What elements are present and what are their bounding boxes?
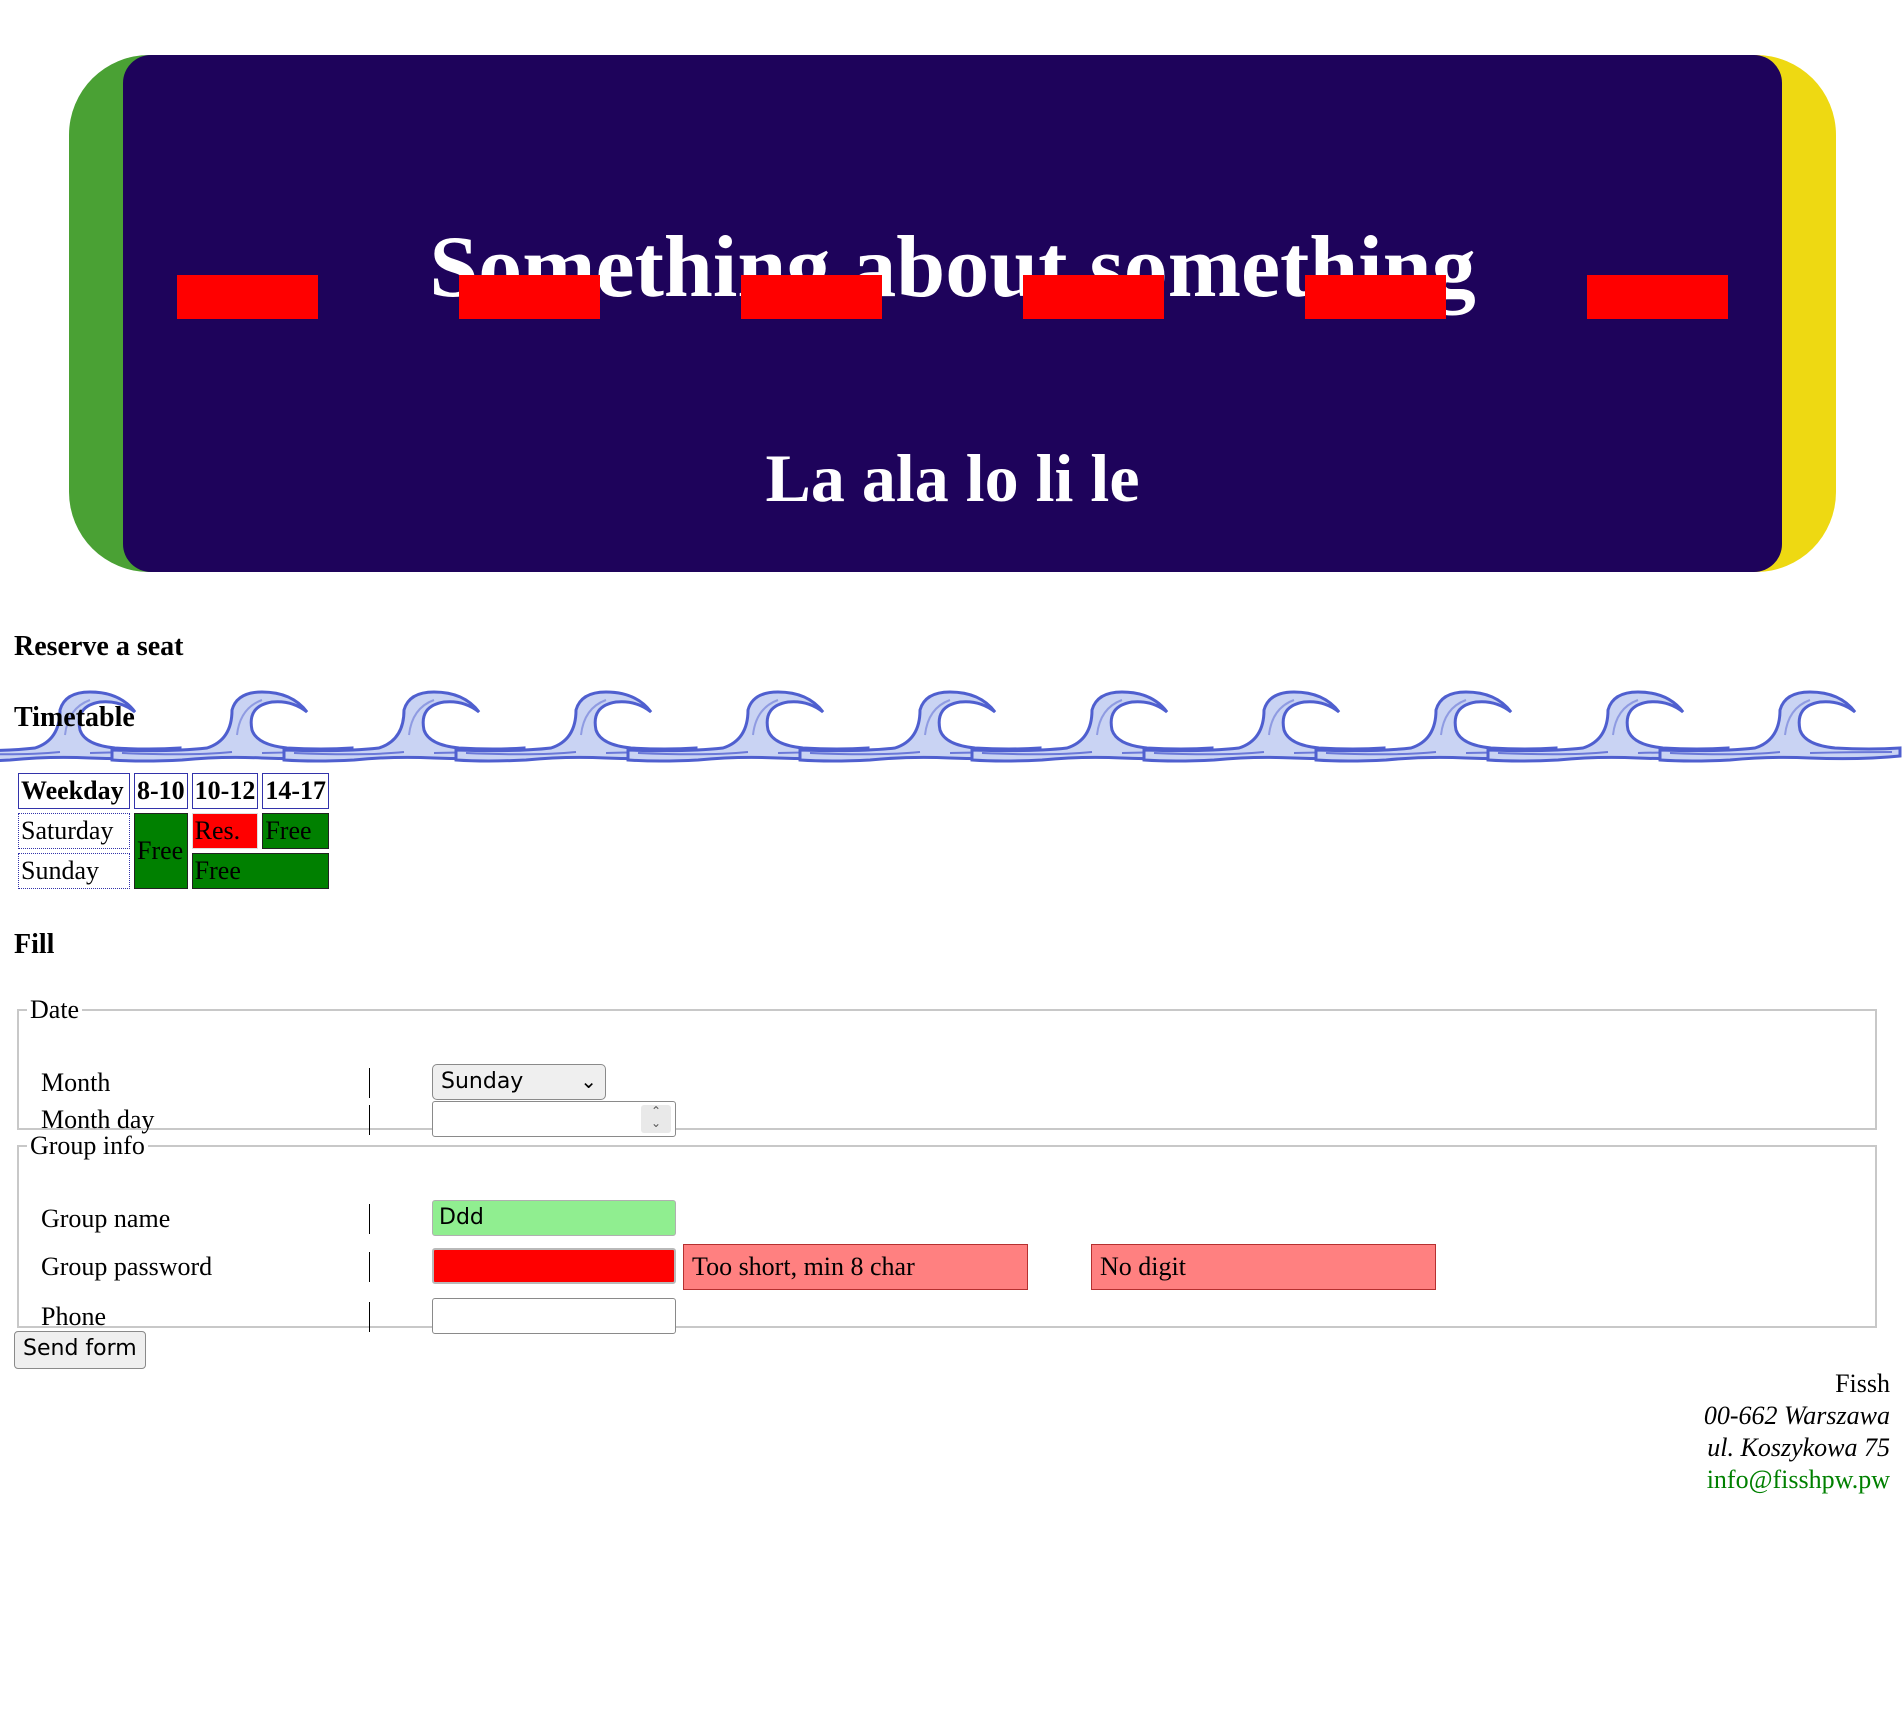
free-cell: Free <box>262 813 330 849</box>
contact-address: Fissh 00-662 Warszawa ul. Koszykowa 75 i… <box>1704 1368 1890 1496</box>
group-fieldset: Group info Group name Ddd Group password… <box>17 1131 1877 1334</box>
header-banner: Something about something La ala lo li l… <box>69 55 1836 572</box>
header-10-12: 10-12 <box>191 773 259 809</box>
month-row: Month Sunday ⌄ <box>19 1064 1875 1104</box>
table-header-row: Weekday 8-10 10-12 14-17 <box>18 773 330 809</box>
reserved-cell: Res. <box>191 813 259 849</box>
banner-dash <box>177 275 318 319</box>
group-name-row: Group name Ddd <box>19 1200 1875 1240</box>
day-cell: Sunday <box>18 853 130 889</box>
banner-dash <box>459 275 600 319</box>
month-select[interactable]: Sunday ⌄ <box>432 1064 606 1100</box>
free-cell: Free <box>191 853 330 889</box>
timetable: Weekday 8-10 10-12 14-17 Saturday Free R… <box>14 769 333 893</box>
city-line: 00-662 Warszawa <box>1703 1401 1890 1430</box>
separator <box>369 1105 370 1135</box>
header-8-10: 8-10 <box>134 773 188 809</box>
separator <box>369 1068 370 1098</box>
group-password-label: Group password <box>41 1252 213 1281</box>
banner-dash <box>1023 275 1164 319</box>
banner-center: Something about something La ala lo li l… <box>123 55 1782 572</box>
header-14-17: 14-17 <box>262 773 330 809</box>
password-error-digit: No digit <box>1091 1244 1436 1290</box>
banner-dash <box>1305 275 1446 319</box>
separator <box>369 1252 370 1282</box>
fill-heading: Fill <box>14 929 55 960</box>
date-fieldset: Date Month Sunday ⌄ Month day ⌃ ⌄ <box>17 995 1877 1137</box>
org-name: Fissh <box>1835 1369 1890 1398</box>
chevron-down-icon: ⌄ <box>580 1069 597 1093</box>
free-cell: Free <box>134 813 188 889</box>
group-password-input[interactable] <box>432 1248 676 1284</box>
group-name-label: Group name <box>41 1204 171 1233</box>
group-name-input[interactable]: Ddd <box>432 1200 676 1236</box>
table-row: Saturday Free Res. Free <box>18 813 330 889</box>
street-line: ul. Koszykowa 75 <box>1707 1433 1890 1462</box>
number-spinner-icon[interactable]: ⌃ ⌄ <box>641 1105 671 1133</box>
header-weekday: Weekday <box>18 773 130 809</box>
page-title: Something about something <box>429 219 1476 316</box>
banner-dash <box>1587 275 1728 319</box>
reserve-heading: Reserve a seat <box>14 631 184 662</box>
phone-input[interactable] <box>432 1298 676 1334</box>
send-form-button[interactable]: Send form <box>14 1331 146 1369</box>
email-link[interactable]: info@fisshpw.pw <box>1704 1464 1890 1496</box>
separator <box>369 1204 370 1234</box>
month-select-value: Sunday <box>441 1069 524 1094</box>
separator <box>369 1302 370 1332</box>
wave-decoration <box>0 682 1904 782</box>
password-error-length: Too short, min 8 char <box>683 1244 1028 1290</box>
timetable-heading: Timetable <box>14 702 135 733</box>
phone-label: Phone <box>41 1302 106 1331</box>
date-legend: Date <box>30 995 80 1024</box>
phone-row: Phone <box>19 1298 1875 1338</box>
day-cell: Saturday <box>18 813 130 849</box>
month-label: Month <box>41 1068 111 1097</box>
page-subtitle: La ala lo li le <box>765 440 1140 516</box>
group-legend: Group info <box>30 1131 145 1160</box>
banner-dash <box>741 275 882 319</box>
group-password-row: Group password Too short, min 8 char No … <box>19 1244 1875 1290</box>
